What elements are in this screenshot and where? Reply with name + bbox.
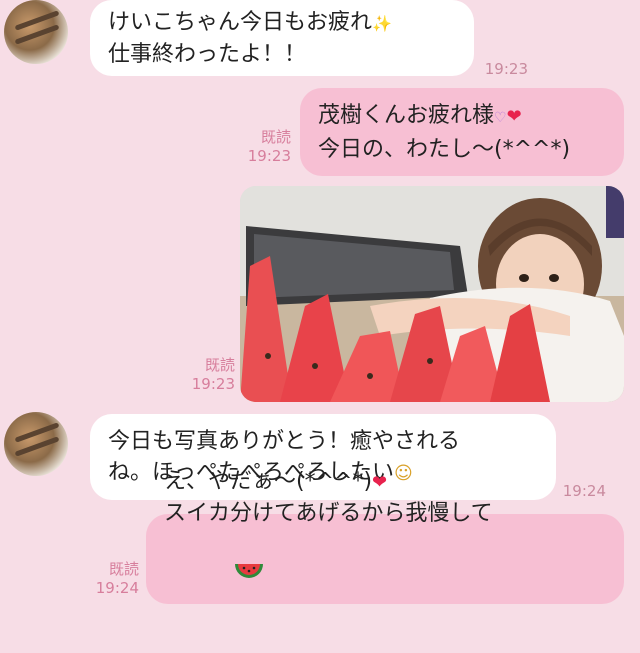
message-line: 茂樹くんお疲れ様♡❤ bbox=[318, 100, 606, 134]
read-receipt: 既読 19:24 bbox=[95, 560, 139, 597]
read-receipt: 既読 19:23 bbox=[191, 356, 235, 393]
message-line: けいこちゃん今日もお疲れ✨ bbox=[108, 7, 456, 39]
sparkle-icon: ✨ bbox=[372, 13, 392, 33]
photo-message[interactable] bbox=[240, 186, 624, 402]
heart-icon: ❤ bbox=[506, 105, 522, 127]
outgoing-message-bubble[interactable]: え、やだぁ～(*^^*)❤ スイカ分けてあげるから我慢して bbox=[146, 469, 624, 604]
photo-image bbox=[240, 186, 624, 402]
sender-avatar[interactable] bbox=[4, 412, 68, 476]
incoming-message-bubble[interactable]: けいこちゃん今日もお疲れ✨ 仕事終わったよ！！ bbox=[90, 0, 474, 76]
outgoing-message-bubble[interactable]: 茂樹くんお疲れ様♡❤ 今日の、わたし～(*^^*) bbox=[300, 88, 624, 176]
read-receipt: 既読 19:23 bbox=[247, 128, 291, 165]
message-line: 今日も写真ありがとう！癒やされる bbox=[108, 428, 461, 454]
message-timestamp: 19:23 bbox=[484, 60, 528, 78]
message-line: スイカ分けてあげるから我慢して bbox=[164, 498, 606, 653]
sender-avatar[interactable] bbox=[4, 0, 68, 64]
watermelon-icon bbox=[192, 529, 264, 622]
heart-icon: ❤ bbox=[372, 471, 388, 493]
message-line: 今日の、わたし～(*^^*) bbox=[318, 136, 571, 162]
message-line: え、やだぁ～(*^^*)❤ bbox=[164, 466, 606, 498]
heart-eyes-icon: ♡ bbox=[494, 109, 507, 126]
message-line: 仕事終わったよ！！ bbox=[108, 41, 307, 67]
